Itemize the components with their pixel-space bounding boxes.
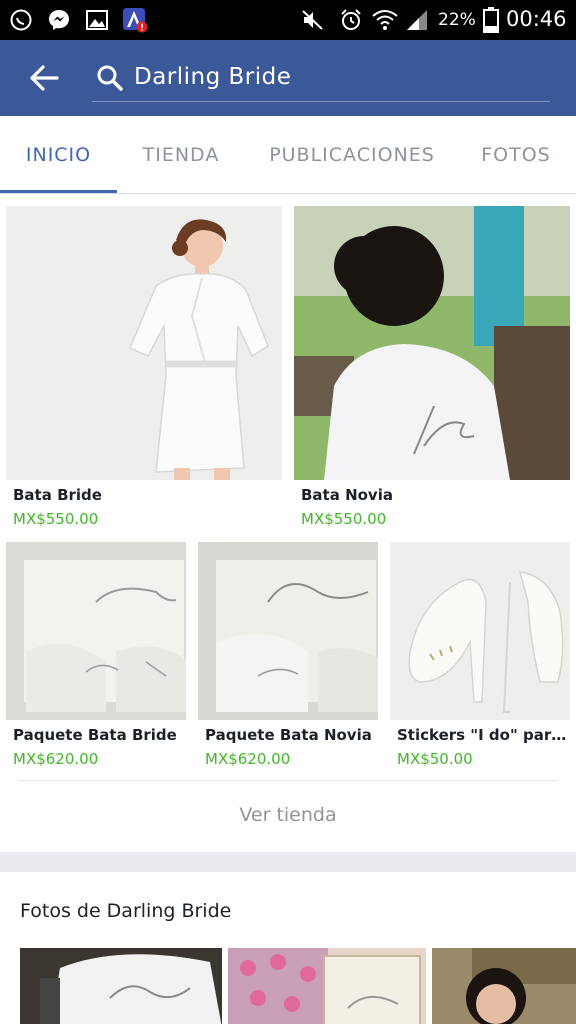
- back-button[interactable]: [22, 58, 66, 98]
- wifi-icon: [372, 7, 398, 33]
- product-price: MX$620.00: [13, 750, 99, 768]
- battery-percent: 22%: [438, 10, 476, 30]
- product-price: MX$550.00: [13, 510, 99, 528]
- product-price: MX$550.00: [301, 510, 387, 528]
- product-image: [198, 542, 378, 720]
- tab-inicio[interactable]: INICIO: [0, 116, 117, 194]
- app-bar: Darling Bride: [0, 40, 576, 116]
- product-image: [6, 542, 186, 720]
- photo-thumbnail[interactable]: [20, 948, 222, 1024]
- product-image: [390, 542, 570, 720]
- clock: 00:46: [506, 7, 567, 31]
- product-card[interactable]: Bata Bride MX$550.00: [6, 206, 282, 528]
- tab-tienda[interactable]: TIENDA: [122, 116, 240, 194]
- product-card[interactable]: Stickers "I do" para los zapatos MX$50.0…: [390, 542, 570, 768]
- active-tab-indicator: [0, 190, 117, 193]
- product-name: Bata Novia: [301, 486, 393, 504]
- shop-section: Bata Bride MX$550.00 Bata Novia MX$550.0…: [0, 194, 576, 852]
- whatsapp-icon: [8, 7, 34, 33]
- search-icon: [97, 65, 123, 91]
- ver-tienda-link[interactable]: Ver tienda: [0, 790, 576, 840]
- product-card[interactable]: Paquete Bata Bride MX$620.00: [6, 542, 186, 768]
- divider: [18, 780, 558, 781]
- product-image: [294, 206, 570, 480]
- search-input[interactable]: Darling Bride: [134, 64, 291, 90]
- tab-publicaciones[interactable]: PUBLICACIONES: [252, 116, 452, 194]
- product-name: Paquete Bata Novia: [205, 726, 372, 744]
- page-tabs: INICIO TIENDA PUBLICACIONES FOTOS: [0, 116, 576, 194]
- arrow-left-icon: [30, 65, 59, 91]
- tab-fotos[interactable]: FOTOS: [462, 116, 570, 194]
- messenger-icon: [46, 7, 72, 33]
- product-card[interactable]: Bata Novia MX$550.00: [294, 206, 570, 528]
- photo-thumbnail[interactable]: [228, 948, 426, 1024]
- search-field[interactable]: Darling Bride: [92, 58, 550, 102]
- signal-icon: [404, 7, 430, 33]
- photos-section: Fotos de Darling Bride: [0, 872, 576, 1024]
- product-image: [6, 206, 282, 480]
- section-title: Fotos de Darling Bride: [20, 900, 232, 922]
- battery-icon: [478, 7, 504, 33]
- product-price: MX$50.00: [397, 750, 473, 768]
- product-card[interactable]: Paquete Bata Novia MX$620.00: [198, 542, 378, 768]
- app-alert-icon: [122, 7, 148, 33]
- mute-icon: [300, 7, 326, 33]
- alarm-icon: [338, 7, 364, 33]
- status-bar: 22% 00:46: [0, 0, 576, 40]
- product-price: MX$620.00: [205, 750, 291, 768]
- photo-thumbnail[interactable]: [432, 948, 576, 1024]
- product-name: Stickers "I do" para los zapatos: [397, 726, 567, 744]
- product-name: Paquete Bata Bride: [13, 726, 177, 744]
- product-name: Bata Bride: [13, 486, 102, 504]
- gallery-icon: [84, 7, 110, 33]
